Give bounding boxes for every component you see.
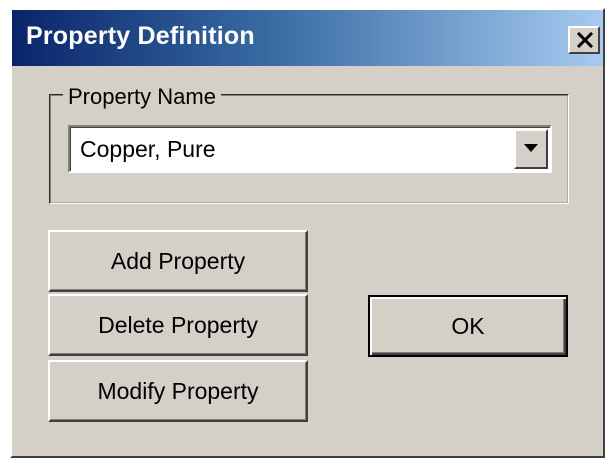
close-icon [576,32,594,48]
title-bar: Property Definition [12,10,603,66]
property-name-value: Copper, Pure [80,136,216,162]
modify-property-button[interactable]: Modify Property [48,360,308,422]
property-name-dropdown[interactable]: Copper, Pure [68,125,552,173]
delete-property-button[interactable]: Delete Property [48,294,308,356]
close-button[interactable] [568,26,600,54]
chevron-down-icon [524,144,538,152]
property-name-label: Property Name [63,84,221,110]
dropdown-arrow-button[interactable] [514,129,548,169]
ok-button[interactable]: OK [368,295,568,357]
dialog-title: Property Definition [26,22,255,50]
add-property-button[interactable]: Add Property [48,230,308,292]
